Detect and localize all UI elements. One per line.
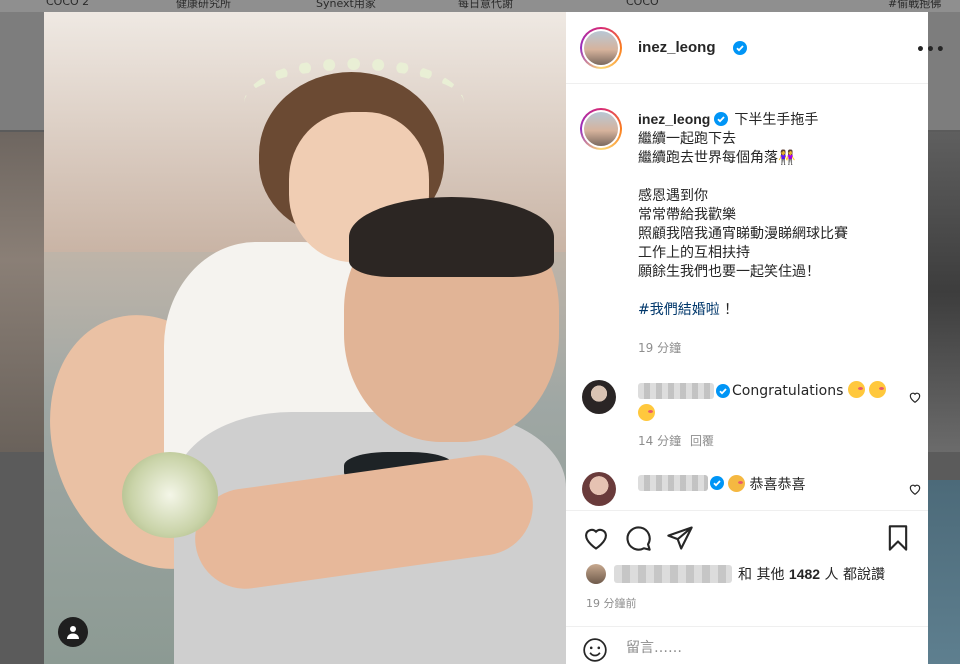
kiss-emoji-icon: [847, 381, 865, 398]
post-timestamp: 19 分鐘前: [586, 597, 637, 610]
comment-text: 恭喜恭喜: [728, 474, 805, 494]
hashtag-link[interactable]: #我們結婚啦: [638, 302, 720, 318]
comment-text: Congratulations: [732, 381, 887, 399]
post-caption: inez_leong 下半生手拖手 繼續一起跑下去 繼續跑去世界每個角落👭 感恩遇…: [638, 110, 918, 320]
post-sidebar: inez_leong ••• inez_leong 下半生手拖手 繼續一起跑下去 …: [566, 12, 945, 664]
caption-first-line: 下半生手拖手: [734, 112, 819, 128]
caption-username[interactable]: inez_leong: [638, 111, 710, 127]
tagged-users-icon[interactable]: [58, 617, 88, 647]
comment-like-heart-icon[interactable]: [908, 390, 922, 404]
comment-text-continued: [638, 404, 655, 422]
caption-timestamp: 19 分鐘: [638, 341, 682, 355]
kiss-emoji-icon: [638, 404, 655, 421]
commenter-avatar[interactable]: [582, 472, 616, 506]
background-nav-item: COCO: [626, 0, 659, 8]
background-thumbnail: [928, 132, 960, 452]
photo-hair: [349, 197, 554, 277]
save-bookmark-icon[interactable]: [884, 524, 912, 552]
divider: [566, 510, 928, 511]
caption-body: 繼續一起跑下去 繼續跑去世界每個角落👭 感恩遇到你 常常帶給我歡樂 照顧我陪我通…: [638, 131, 848, 280]
background-nav-item: COCO 2: [46, 0, 90, 8]
background-nav-item: #偷戰抱佛: [888, 0, 942, 10]
comment-bubble-icon[interactable]: [624, 524, 652, 552]
verified-badge-icon: [710, 476, 724, 490]
post-modal: inez_leong ••• inez_leong 下半生手拖手 繼續一起跑下去 …: [44, 12, 945, 664]
author-avatar[interactable]: [580, 27, 622, 69]
watermark: 乐: [894, 632, 921, 662]
clapping-hands-emoji-icon: [728, 475, 745, 492]
share-paper-plane-icon[interactable]: [666, 524, 694, 552]
caption-avatar[interactable]: [580, 108, 622, 150]
commenter-name-redacted[interactable]: [638, 475, 708, 491]
photo-bouquet: [122, 452, 218, 538]
photo-flower-crown: [244, 58, 464, 148]
verified-badge-icon: [733, 41, 747, 55]
post-photo: [44, 12, 566, 664]
kiss-emoji-icon: [869, 381, 887, 398]
background-nav-item: 健康研究所: [176, 0, 231, 10]
liker-name-redacted: [614, 565, 732, 583]
like-heart-icon[interactable]: [582, 524, 610, 552]
liker-avatar: [586, 564, 606, 584]
comment-input[interactable]: [626, 637, 906, 659]
background-thumbnail: [928, 480, 960, 664]
background-thumbnail: [0, 132, 44, 452]
commenter-avatar[interactable]: [582, 380, 616, 414]
background-nav-item: 每日意代謝: [458, 0, 513, 10]
reply-link[interactable]: 回覆: [690, 432, 714, 449]
author-username[interactable]: inez_leong: [638, 39, 716, 56]
likes-summary[interactable]: 和 其他 1482 人 都說讚: [586, 564, 885, 584]
verified-badge-icon: [716, 384, 730, 398]
emoji-picker-icon[interactable]: [582, 637, 608, 663]
more-options-icon[interactable]: •••: [916, 42, 946, 58]
caption-suffix: ！: [719, 302, 739, 318]
verified-badge-icon: [714, 112, 729, 126]
comment-like-heart-icon[interactable]: [908, 482, 922, 496]
comment-timestamp: 14 分鐘: [638, 434, 682, 448]
add-comment-bar: [566, 626, 928, 664]
background-nav: COCO 2 健康研究所 Synext用家 每日意代謝 COCO #偷戰抱佛: [0, 0, 960, 12]
post-header: inez_leong •••: [566, 12, 945, 84]
background-nav-item: Synext用家: [316, 0, 376, 10]
commenter-name-redacted[interactable]: [638, 383, 714, 399]
